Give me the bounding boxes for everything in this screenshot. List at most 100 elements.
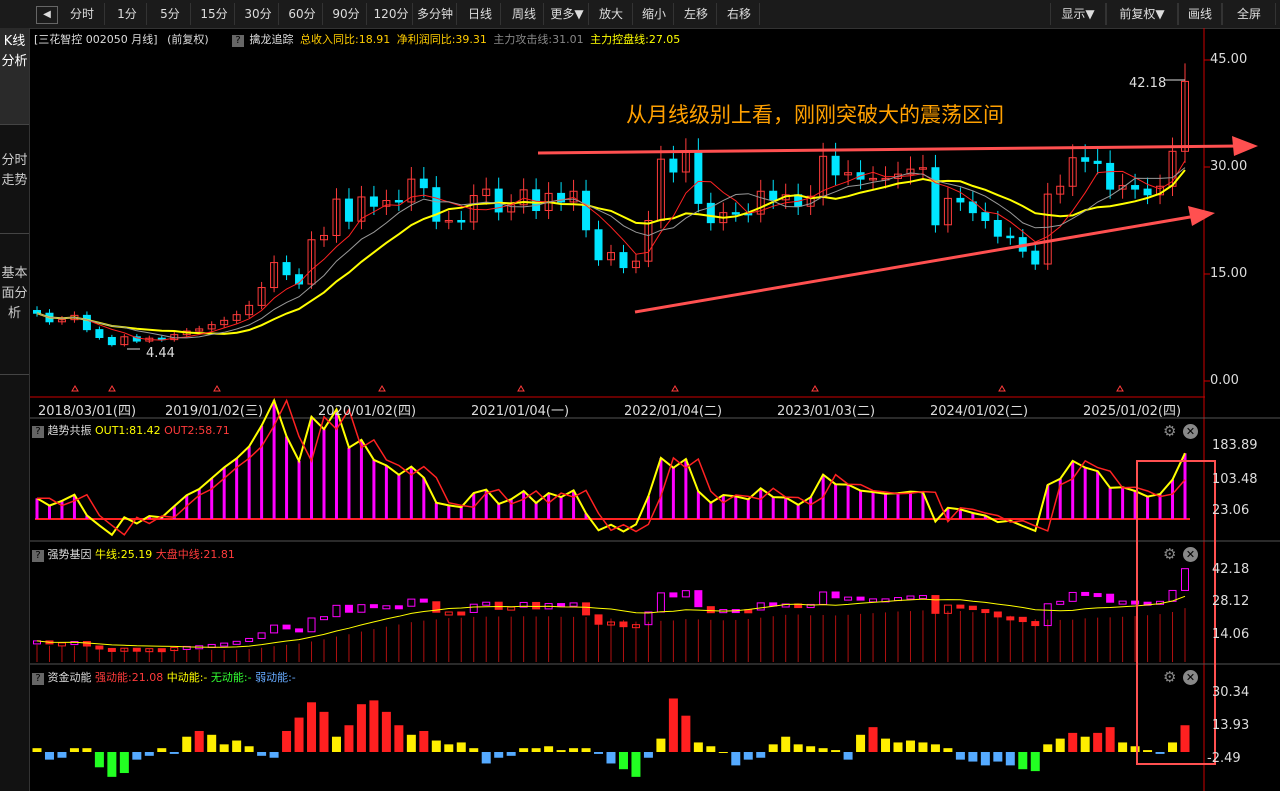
toolbar-button-0[interactable]: 分时	[60, 3, 105, 25]
funds-bar	[269, 752, 279, 758]
funds-bar	[331, 736, 341, 752]
candle	[295, 274, 304, 285]
funds-bar	[1093, 732, 1103, 752]
candle	[968, 201, 977, 214]
toolbar-button-7[interactable]: 120分	[370, 3, 413, 25]
candle	[993, 220, 1002, 237]
trend-gear-icon[interactable]: ⚙	[1163, 424, 1178, 439]
toolbar-right-button-1[interactable]: 前复权▼	[1106, 3, 1178, 25]
highlight-box	[1136, 460, 1216, 765]
toolbar-button-2[interactable]: 5分	[150, 3, 191, 25]
funds-bar	[1043, 744, 1053, 752]
toolbar-button-15[interactable]: 右移	[719, 3, 760, 25]
funds-bar	[219, 744, 229, 752]
indicator-line: ? 擒龙追踪 总收入同比:18.91 净利润同比:39.31 主力攻击线:31.…	[232, 30, 680, 50]
toolbar-button-11[interactable]: 更多▼	[546, 3, 589, 25]
trend-panel-name: 趋势共振	[47, 424, 92, 437]
resistance-arrow-head	[1232, 136, 1258, 156]
funds-bar	[980, 752, 990, 766]
toolbar-button-6[interactable]: 90分	[326, 3, 367, 25]
toolbar-button-13[interactable]: 缩小	[635, 3, 674, 25]
funds-bar	[831, 750, 841, 752]
funds-bar	[668, 698, 678, 752]
strength-candle	[769, 602, 778, 607]
funds-bar	[381, 711, 391, 752]
toolbar-button-9[interactable]: 日线	[460, 3, 501, 25]
strength-candle	[33, 640, 41, 645]
funds-bar	[119, 752, 129, 774]
toolbar-button-3[interactable]: 15分	[194, 3, 235, 25]
sidebar-tab-intraday[interactable]: 分时走势	[0, 125, 29, 234]
candle	[781, 194, 790, 201]
funds-bar	[481, 752, 491, 764]
candle	[1143, 188, 1152, 196]
strength-candle	[170, 647, 179, 652]
ma-red-line	[36, 160, 1186, 341]
funds-bar	[1105, 727, 1115, 752]
toolbar-button-14[interactable]: 左移	[676, 3, 717, 25]
date-label: 2022/01/04(二)	[624, 404, 723, 419]
strength-candle	[82, 641, 91, 647]
candle	[1156, 185, 1165, 196]
trend-help-icon[interactable]: ?	[32, 426, 44, 438]
strength-candle	[1056, 600, 1065, 605]
strength-candle	[569, 602, 578, 607]
strength-gear-icon[interactable]: ⚙	[1163, 547, 1178, 562]
toolbar-button-4[interactable]: 30分	[238, 3, 279, 25]
strength-candle	[507, 606, 516, 611]
date-label: 2023/01/03(二)	[777, 404, 876, 419]
candle	[120, 336, 129, 346]
date-label: 2025/01/02(四)	[1083, 404, 1182, 419]
strength-candle	[694, 590, 703, 608]
funds-gear-icon[interactable]: ⚙	[1163, 670, 1178, 685]
toolbar-button-10[interactable]: 周线	[505, 3, 544, 25]
strength-candle	[45, 640, 54, 645]
toolbar-right-button-3[interactable]: 全屏	[1222, 3, 1276, 25]
funds-bar	[955, 752, 965, 760]
candle	[344, 198, 353, 222]
candle	[569, 190, 578, 203]
indicator-help-icon[interactable]: ?	[232, 35, 244, 47]
strength-candle	[232, 640, 241, 645]
funds-bar	[456, 742, 466, 752]
funds-close-icon[interactable]: ✕	[1183, 670, 1198, 685]
candle	[819, 155, 828, 197]
toolbar-right-button-2[interactable]: 画线	[1178, 3, 1222, 25]
funds-help-icon[interactable]: ?	[32, 673, 44, 685]
toolbar-right-button-0[interactable]: 显示▼	[1050, 3, 1106, 25]
strength-candle	[731, 609, 740, 614]
strength-candle	[295, 628, 304, 633]
funds-bar	[681, 715, 691, 752]
trend-close-icon[interactable]: ✕	[1183, 424, 1198, 439]
strength-candle	[993, 611, 1002, 618]
sidebar-tab-k-line[interactable]: K线分析	[0, 28, 29, 125]
strength-close-icon[interactable]: ✕	[1183, 547, 1198, 562]
strength-candle	[831, 591, 840, 599]
toolbar-button-5[interactable]: 60分	[282, 3, 323, 25]
strength-candle	[357, 604, 366, 613]
toolbar-back-button[interactable]: ◀	[36, 6, 58, 24]
sidebar-tab-fundamentals[interactable]: 基本面分析	[0, 234, 29, 375]
signal-marker	[811, 385, 819, 392]
adjust-mode: (前复权)	[167, 33, 209, 46]
funds-bar	[169, 752, 179, 754]
funds-bar	[344, 725, 354, 752]
funds-bar	[406, 734, 416, 752]
chart-title: [三花智控 002050 月线] (前复权)	[34, 30, 209, 50]
toolbar-button-1[interactable]: 1分	[108, 3, 147, 25]
strength-panel-header: ? 强势基因 牛线:25.19 大盘中线:21.81	[32, 545, 235, 565]
date-label: 2019/01/02(三)	[165, 404, 264, 419]
candle	[157, 337, 166, 341]
funds-bar	[881, 738, 891, 752]
strength-candle	[656, 592, 665, 613]
toolbar-button-8[interactable]: 多分钟	[414, 3, 457, 25]
candle	[719, 212, 728, 224]
toolbar-button-12[interactable]: 放大	[590, 3, 633, 25]
candle	[245, 304, 254, 316]
funds-bar	[968, 752, 978, 762]
strength-help-icon[interactable]: ?	[32, 550, 44, 562]
funds-bar	[1130, 746, 1140, 752]
candle	[195, 328, 204, 332]
strength-candle	[706, 606, 715, 614]
candle	[1056, 185, 1065, 195]
